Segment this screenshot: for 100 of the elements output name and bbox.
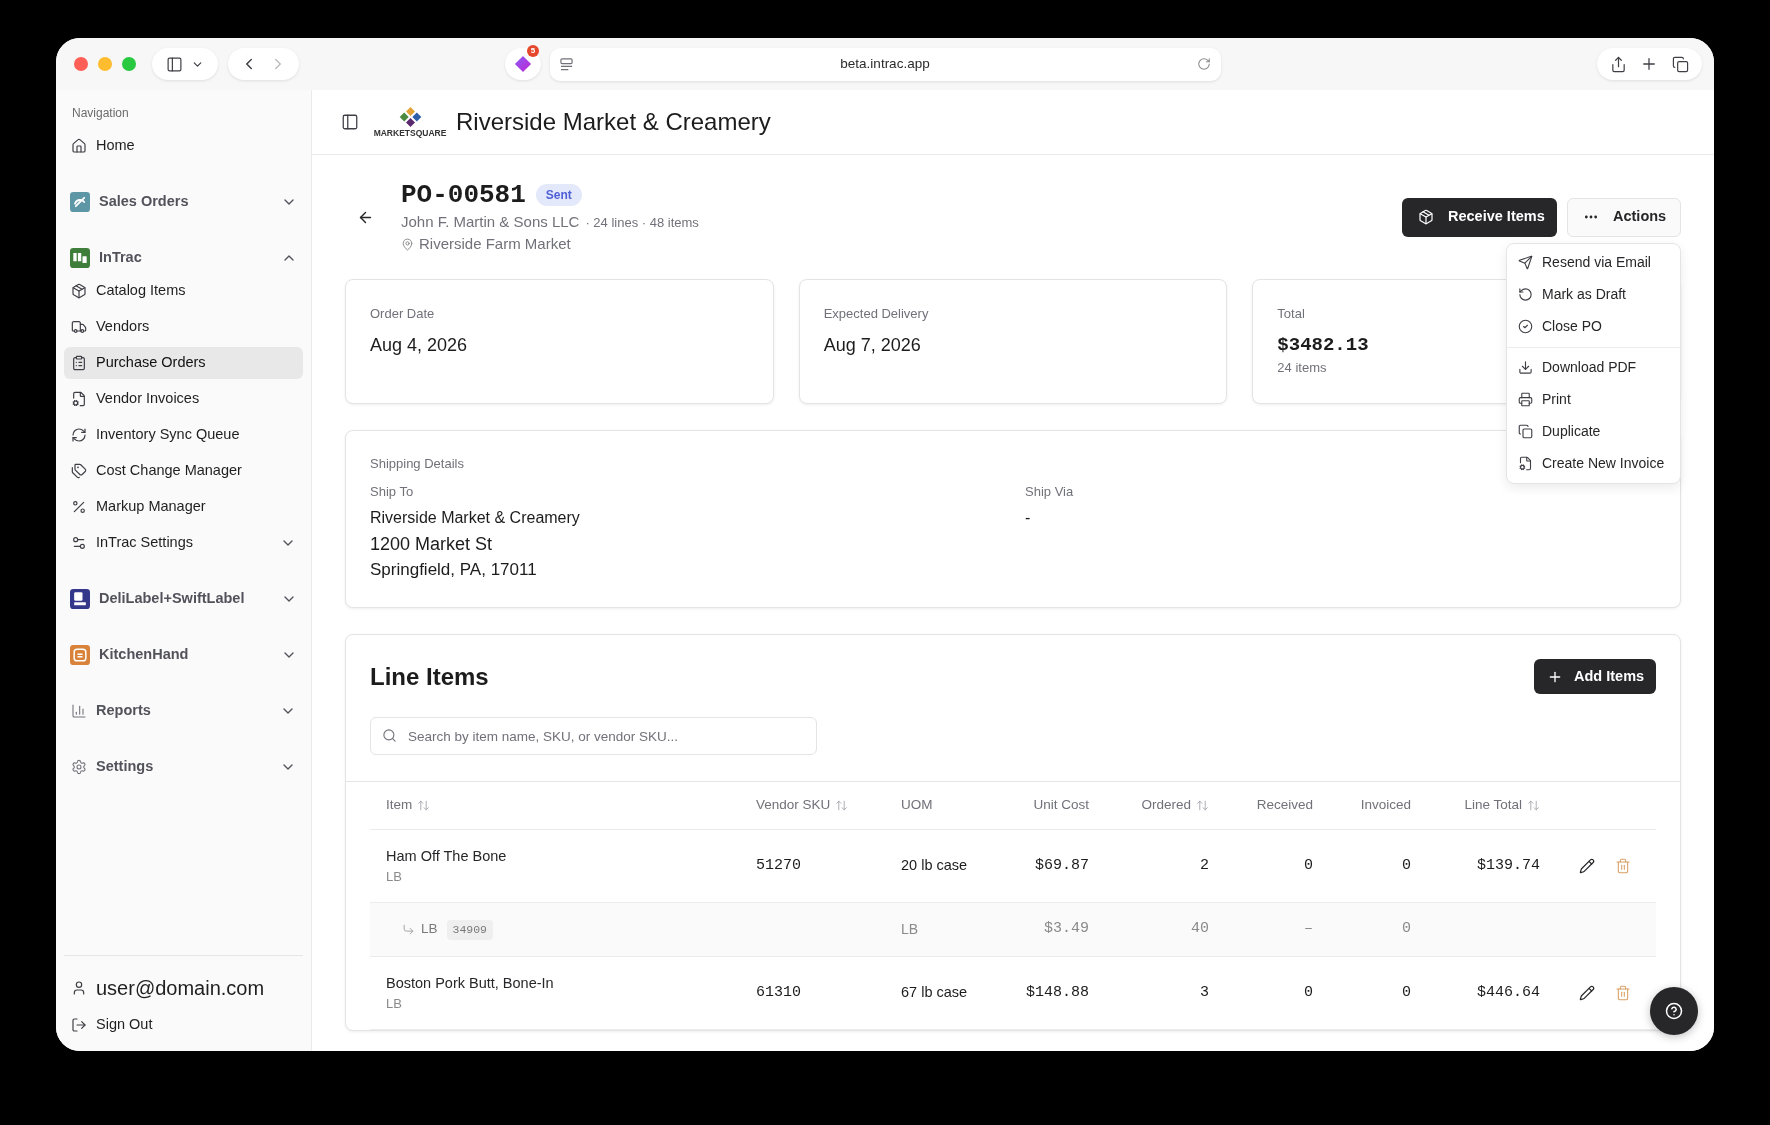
stat-label: Expected Delivery [823,305,929,323]
menu-item[interactable]: Print [1507,383,1680,416]
stat-label: Total [1277,305,1305,323]
column-header: Unit Cost [1032,796,1090,815]
column-header[interactable]: Line Total [1427,795,1556,816]
map-pin-icon [401,237,414,251]
item-name: Boston Pork Butt, Bone-In [386,974,554,993]
column-header[interactable]: Ordered [1105,795,1225,816]
table-cell-text: 20 lb case [900,856,969,876]
menu-item[interactable]: Close PO [1507,310,1680,343]
menu-item[interactable]: Duplicate [1507,415,1680,448]
column-header: Invoiced [1359,796,1412,815]
box-icon [71,283,87,299]
file-gear-icon [71,391,87,407]
item-unit: LB [386,995,402,1013]
stat-value: Aug 7, 2026 [823,334,921,357]
menu-item[interactable]: Create New Invoice [1507,447,1680,480]
user-icon [71,980,87,996]
field-value: - [1025,508,1031,528]
pencil-icon[interactable] [1579,858,1595,874]
diamond-icon [514,55,532,73]
sidebar-group-header[interactable]: Sales Orders [64,186,303,218]
column-header[interactable]: Vendor SKU [740,795,885,816]
stat-note: 24 items [1277,359,1327,377]
sidebar-heading: Navigation [72,105,129,121]
status-badge: Sent [535,184,582,206]
menu-item[interactable]: Download PDF [1507,351,1680,384]
sidebar-group-header[interactable]: Settings [64,751,303,783]
menu-item[interactable]: Mark as Draft [1507,278,1680,311]
address-line: Springfield, PA, 17011 [370,559,537,581]
table-cell-text: 51270 [755,855,802,876]
pack-unit: LB [421,920,438,939]
sign-out-button[interactable]: Sign Out [64,1010,303,1040]
sidebar-item[interactable]: Inventory Sync Queue [64,419,303,451]
column-header[interactable]: Item [370,795,740,816]
sidebar-item[interactable]: Cost Change Manager [64,455,303,487]
table-cell-text: 0 [1401,982,1412,1003]
table-cell-text: 40 [1190,919,1210,940]
vendor-name: John F. Martin & Sons LLC [401,212,580,232]
settings-icon [71,759,87,775]
copy-icon [1518,424,1533,439]
page-lines-icon [560,57,573,71]
sidebar-toggle-button[interactable] [152,48,218,80]
pencil-icon[interactable] [1579,985,1595,1001]
sidebar-group-header[interactable]: InTrac [64,242,303,274]
sidebar-item[interactable]: Vendor Invoices [64,383,303,415]
sidebar-group-header[interactable]: KitchenHand [64,639,303,671]
sidebar-group-header[interactable]: DeliLabel+SwiftLabel [64,583,303,615]
order-summary: · 24 lines · 48 items [585,214,699,232]
send-icon [1518,255,1533,270]
share-icon[interactable] [1609,55,1627,73]
table-cell-text: 3 [1199,982,1210,1003]
table-cell-text: 0 [1303,855,1314,876]
close-window-button[interactable] [74,57,88,71]
file-gear-icon [1518,456,1533,471]
notification-badge: 5 [527,45,539,57]
logo-text: MARKETSQUARE [373,127,447,138]
table-cell-text: 61310 [755,982,802,1003]
extension-button[interactable]: 5 [505,48,541,80]
field-label: Ship To [370,483,414,501]
add-items-button[interactable]: Add Items [1534,659,1656,694]
menu-item[interactable]: Resend via Email [1507,246,1680,279]
stat-value: Aug 4, 2026 [370,334,468,357]
tags-icon [71,463,87,479]
table-cell-text: 67 lb case [900,983,969,1003]
address-line: Riverside Market & Creamery [370,508,580,528]
sidebar-panel-icon [166,55,183,73]
table-cell-text: 0 [1401,855,1412,876]
sku-badge: 34909 [446,919,494,940]
sidebar-group-header[interactable]: Reports [64,695,303,727]
overlapping-squares-icon[interactable] [1672,55,1690,73]
address-bar[interactable]: beta.intrac.app [550,47,1221,81]
help-button[interactable] [1650,987,1698,1035]
sidebar-item[interactable]: InTrac Settings [64,527,303,559]
sidebar-item[interactable]: Purchase Orders [64,347,303,379]
search-icon [382,728,397,743]
table-cell-text: $446.64 [1476,982,1541,1003]
address-line: 1200 Market St [370,533,493,556]
clipboard-icon [71,355,87,371]
table-cell-text: 0 [1401,919,1412,940]
column-header: Received [1255,796,1314,815]
check-circle-icon [1518,319,1533,334]
sidebar-panel-icon[interactable] [341,113,359,131]
field-label: Ship Via [1025,483,1074,501]
sidebar-item[interactable]: Vendors [64,311,303,343]
search-field[interactable]: Search by item name, SKU, or vendor SKU... [370,717,817,755]
receive-items-button[interactable]: Receive Items [1402,197,1557,237]
table-cell-text: – [1303,919,1314,940]
bar-chart-icon [71,703,87,719]
column-header: UOM [900,796,934,815]
sidebar-item[interactable]: Home [64,130,303,162]
table-cell-text: $69.87 [1034,855,1090,876]
reload-icon[interactable] [1197,57,1211,71]
sidebar-item[interactable]: Markup Manager [64,491,303,523]
actions-button[interactable]: Actions [1567,197,1681,237]
location-text: Riverside Farm Market [419,233,571,254]
table-cell-text: $139.74 [1476,855,1541,876]
rotate-left-icon [1518,287,1533,302]
store-name: Riverside Market & Creamery [456,107,771,137]
sidebar-item[interactable]: Catalog Items [64,275,303,307]
